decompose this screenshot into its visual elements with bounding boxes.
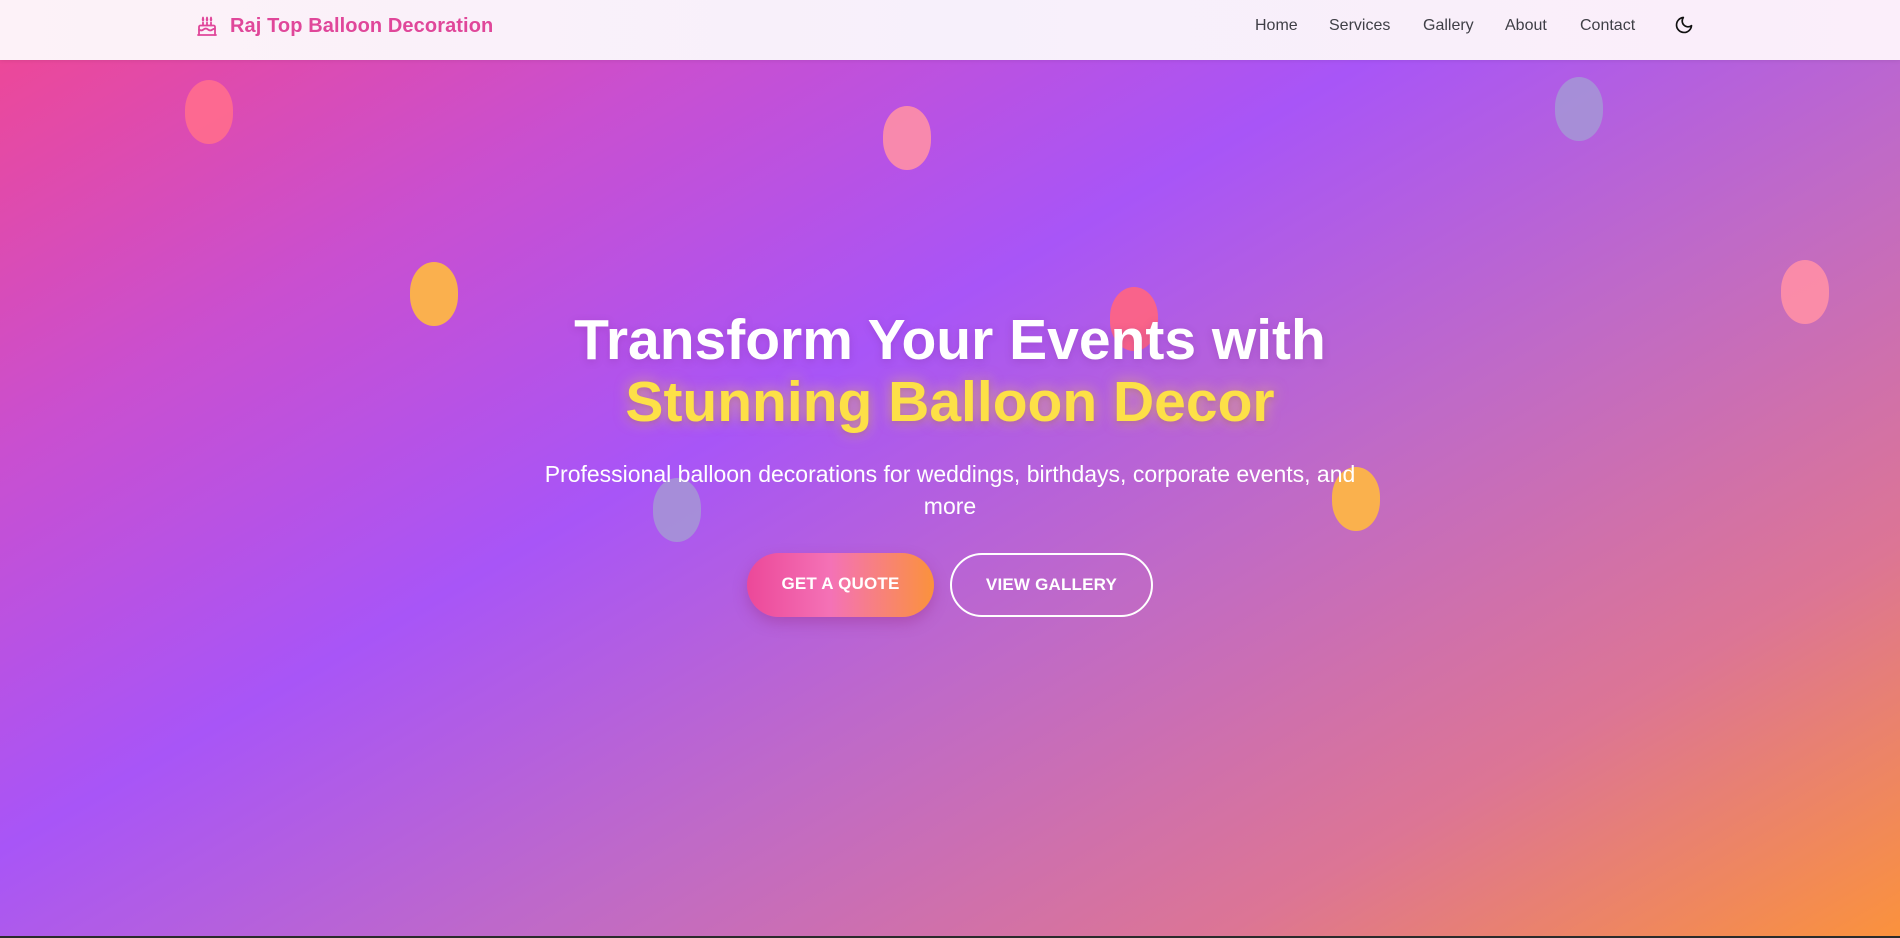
theme-toggle-button[interactable] [1673,14,1695,36]
nav-link-contact[interactable]: Contact [1580,14,1635,38]
hero-title-line1: Transform Your Events with [574,308,1326,372]
hero-section: Transform Your Events with Stunning Ball… [0,60,1900,938]
balloon-decoration [1555,77,1603,141]
hero-title: Transform Your Events with Stunning Ball… [0,309,1900,433]
hero-subtitle: Professional balloon decorations for wed… [544,461,1356,519]
balloon-decoration [883,106,931,170]
get-quote-button[interactable]: GET A QUOTE [747,553,934,617]
moon-icon [1674,15,1694,35]
hero-title-highlight: Stunning Balloon Decor [625,370,1275,434]
nav-menu: Home Services Gallery About Contact [0,14,1900,38]
balloon-decoration [185,80,233,144]
nav-link-services[interactable]: Services [1329,14,1390,38]
navbar: Raj Top Balloon Decoration Home Services… [0,0,1900,60]
nav-link-about[interactable]: About [1505,14,1547,38]
nav-link-gallery[interactable]: Gallery [1423,14,1474,38]
nav-link-home[interactable]: Home [1255,14,1298,38]
view-gallery-button[interactable]: VIEW GALLERY [950,553,1153,617]
page: Raj Top Balloon Decoration Home Services… [0,0,1900,938]
